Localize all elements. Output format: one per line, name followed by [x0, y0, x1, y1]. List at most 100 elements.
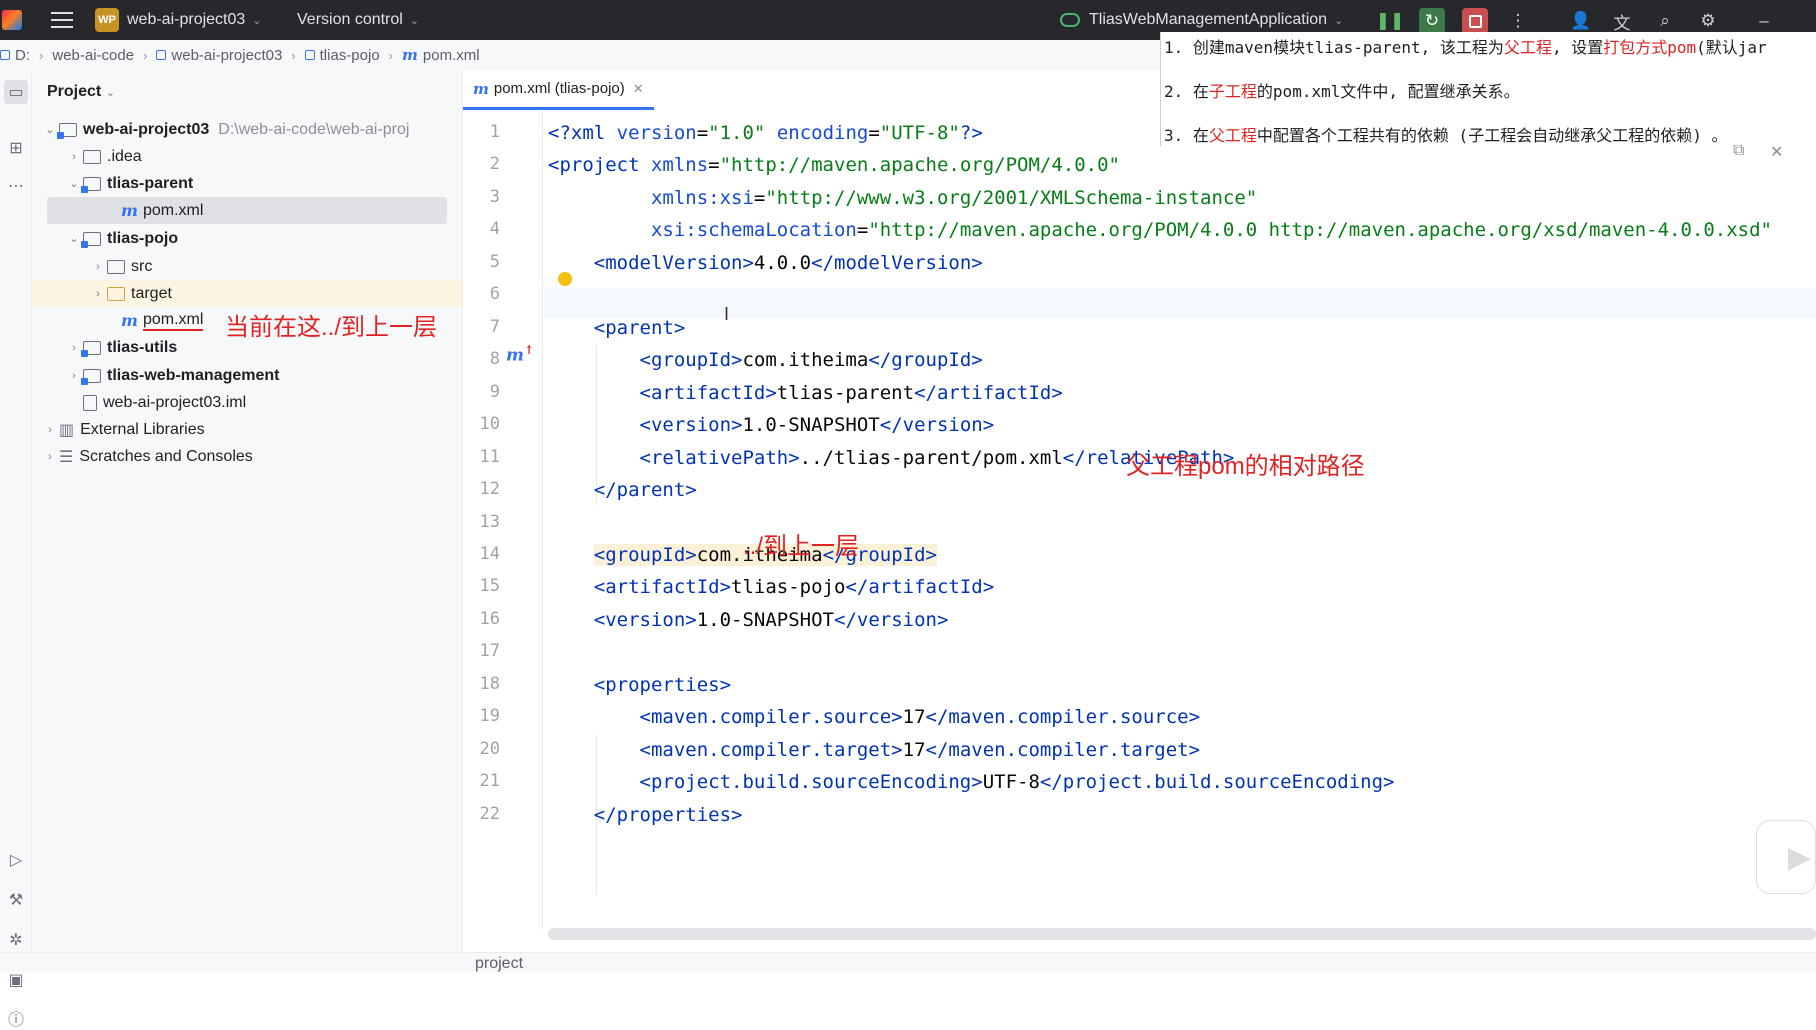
more-actions-icon[interactable]: ⋮	[1505, 8, 1531, 34]
tree-item-target[interactable]: › target	[32, 280, 462, 307]
code-line: <properties>	[593, 674, 732, 696]
code-editor[interactable]: <?xml version="1.0" encoding="UTF-8"?> <…	[544, 110, 1816, 930]
chevron-right-icon[interactable]: ›	[89, 261, 107, 273]
code-line: <maven.compiler.target>17</maven.compile…	[639, 739, 1201, 761]
tree-item-iml[interactable]: web-ai-project03.iml	[83, 389, 246, 416]
iml-file-icon	[83, 394, 97, 411]
chevron-right-icon[interactable]: ›	[41, 451, 59, 463]
breadcrumb-file[interactable]: m pom.xml	[402, 46, 480, 64]
code-line: <groupId>com.itheima</groupId>	[639, 349, 983, 371]
breadcrumb-web-ai-code[interactable]: web-ai-code	[52, 47, 134, 64]
tree-item-tlias-pojo[interactable]: ⌄ tlias-pojo	[65, 225, 178, 252]
more-tools-icon[interactable]: ⋯	[4, 174, 28, 198]
tool-window-stripe: ▭ ⊞ ⋯ ▷ ⚒ ✲ ▣ ⓘ	[0, 70, 32, 1029]
editor-area: m pom.xml (tlias-pojo) ✕ 1 2 3 4 5 6 7 8 9 10 11 12…	[463, 70, 1816, 973]
horizontal-scrollbar[interactable]	[548, 928, 1816, 940]
line-number: 15	[479, 576, 500, 596]
line-number: 7	[489, 317, 500, 337]
minimize-icon[interactable]: –	[1751, 8, 1777, 34]
notes-overlay: 1. 创建maven模块tlias-parent, 该工程为父工程, 设置打包方…	[1160, 32, 1816, 146]
problems-icon[interactable]: ⓘ	[4, 1006, 28, 1030]
module-folder-icon	[81, 368, 101, 385]
project-switcher[interactable]: WP web-ai-project03 ⌄	[95, 0, 262, 40]
library-icon: ▥	[59, 421, 75, 439]
pause-icon[interactable]: ❚❚	[1376, 8, 1405, 34]
tree-item-src[interactable]: › src	[89, 253, 152, 280]
search-icon[interactable]: ⌕	[1652, 8, 1678, 34]
line-number: 1	[489, 122, 500, 142]
module-folder-icon	[57, 122, 77, 139]
line-number: 19	[479, 706, 500, 726]
line-number: 2	[489, 154, 500, 174]
line-number: 14	[479, 544, 500, 564]
close-tab-icon[interactable]: ✕	[633, 81, 644, 97]
code-line: xmlns:xsi="http://www.w3.org/2001/XMLSch…	[650, 187, 1258, 209]
code-line: </properties>	[593, 804, 743, 826]
current-line-highlight	[544, 288, 1816, 318]
close-icon[interactable]: ✕	[1770, 142, 1783, 162]
code-line: <artifactId>tlias-pojo</artifactId>	[593, 576, 995, 598]
status-breadcrumb[interactable]: project	[475, 953, 523, 974]
tree-item-tlias-web-management[interactable]: › tlias-web-management	[65, 362, 279, 389]
structure-tool-icon[interactable]: ⊞	[4, 136, 28, 160]
tree-item-tlias-parent[interactable]: ⌄ tlias-parent	[65, 170, 193, 197]
maven-icon: m	[121, 311, 138, 330]
code-line: <project xmlns="http://maven.apache.org/…	[548, 154, 1120, 176]
chevron-right-icon[interactable]: ›	[41, 424, 59, 436]
breadcrumb-module[interactable]: tlias-pojo	[304, 47, 380, 64]
line-number: 3	[489, 187, 500, 207]
project-tool-window: Project ⌄ ⌄ web-ai-project03 D:\web-ai-c…	[32, 70, 463, 973]
play-overlay-icon[interactable]: ▶	[1756, 820, 1816, 894]
intellij-logo-icon[interactable]	[2, 0, 26, 40]
line-number: 12	[479, 479, 500, 499]
tree-item-pojo-pom[interactable]: m pom.xml	[121, 307, 204, 334]
editor-tab-bar: m pom.xml (tlias-pojo) ✕	[463, 70, 1163, 110]
stop-icon[interactable]	[1462, 8, 1488, 34]
line-number: 22	[479, 804, 500, 824]
add-user-icon[interactable]: 👤	[1568, 8, 1594, 34]
code-line: xsi:schemaLocation="http://maven.apache.…	[650, 219, 1772, 241]
tab-pom-xml[interactable]: m pom.xml (tlias-pojo) ✕	[463, 70, 654, 110]
line-number: 13	[479, 512, 500, 532]
status-bar: project	[0, 952, 1816, 973]
tree-item-external-libraries[interactable]: › ▥ External Libraries	[41, 416, 204, 443]
build-icon[interactable]: ⚒	[4, 888, 28, 912]
services-icon[interactable]: ▷	[4, 848, 28, 872]
chevron-right-icon[interactable]: ›	[89, 288, 107, 300]
maven-icon: m	[473, 79, 489, 98]
line-number: 18	[479, 674, 500, 694]
code-line: <maven.compiler.source>17</maven.compile…	[639, 706, 1201, 728]
line-number: 21	[479, 771, 500, 791]
main-menu-icon[interactable]	[48, 0, 76, 40]
rerun-icon[interactable]: ↻	[1419, 8, 1445, 34]
line-number: 11	[479, 447, 500, 467]
note-line-2: 2. 在子工程的pom.xml文件中, 配置继承关系。	[1164, 82, 1520, 101]
settings-gear-icon[interactable]: ⚙	[1695, 8, 1721, 34]
maven-parent-gutter-icon[interactable]: m↑	[506, 343, 534, 366]
folder-icon	[0, 50, 10, 60]
line-number: 4	[489, 219, 500, 239]
excluded-folder-icon	[107, 286, 125, 301]
tree-item-parent-pom[interactable]: m pom.xml	[47, 197, 447, 224]
chevron-down-icon: ⌄	[252, 14, 262, 27]
breadcrumb-drive[interactable]: D:	[0, 47, 30, 64]
tree-item-tlias-utils[interactable]: › tlias-utils	[65, 334, 177, 361]
tree-item-idea[interactable]: › .idea	[65, 143, 142, 170]
project-tool-icon[interactable]: ▭	[4, 80, 28, 104]
reader-mode-icon[interactable]: ⧉	[1733, 142, 1744, 160]
translate-icon[interactable]: 文	[1609, 8, 1635, 34]
tree-item-web-ai-project03[interactable]: ⌄ web-ai-project03 D:\web-ai-code\web-ai…	[41, 116, 409, 143]
annotation-up-level: ../到上一层	[743, 533, 860, 560]
module-folder-icon	[81, 176, 101, 193]
version-control-menu[interactable]: Version control ⌄	[297, 0, 419, 40]
breadcrumb-project[interactable]: web-ai-project03	[156, 47, 282, 64]
debug-icon[interactable]: ✲	[4, 928, 28, 952]
line-number: 6	[489, 284, 500, 304]
tree-item-scratches[interactable]: › ☰ Scratches and Consoles	[41, 443, 253, 470]
line-number-gutter: 1 2 3 4 5 6 7 8 9 10 11 12 13 14 15 16 17 18 19 20 21 22	[463, 110, 543, 930]
code-line: <modelVersion>4.0.0</modelVersion>	[593, 252, 983, 274]
chevron-right-icon[interactable]: ›	[65, 151, 83, 163]
line-number: 17	[479, 641, 500, 661]
module-folder-icon	[81, 231, 101, 248]
project-panel-title[interactable]: Project ⌄	[47, 83, 115, 101]
